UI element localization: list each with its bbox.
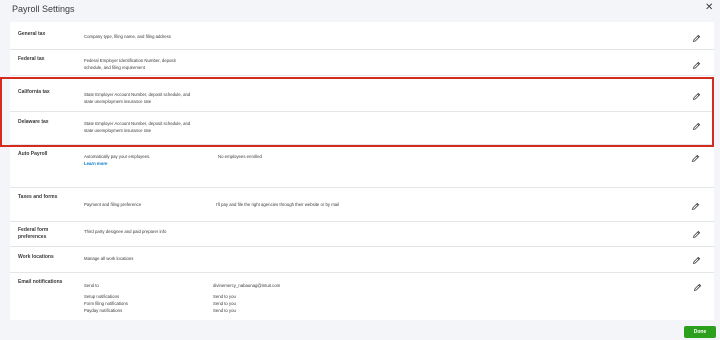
row-description: Third party designee and paid preparer i… bbox=[84, 229, 167, 234]
settings-panel: General tax Company type, filing name, a… bbox=[10, 22, 714, 320]
pencil-icon[interactable] bbox=[692, 122, 701, 131]
page-footer: Done bbox=[0, 320, 720, 340]
row-description: Manage all work locations bbox=[84, 256, 134, 261]
row-description: Federal Employer Identification Number, … bbox=[84, 58, 176, 70]
pencil-icon[interactable] bbox=[693, 283, 702, 292]
pencil-icon[interactable] bbox=[691, 202, 700, 211]
settings-row-general-tax: General tax Company type, filing name, a… bbox=[10, 22, 714, 50]
row-description: State Employer Account Number, deposit s… bbox=[84, 92, 191, 104]
row-description: Automatically pay your employees. Learn … bbox=[84, 154, 151, 167]
notification-email: divinemercy_nabaunag@intuit.com bbox=[213, 283, 281, 288]
notification-label: Form filing notifications bbox=[84, 301, 128, 306]
row-description: Company type, filing name, and filing ad… bbox=[84, 34, 171, 39]
settings-row-taxes-and-forms: Taxes and forms Payment and filing prefe… bbox=[10, 188, 714, 222]
row-label: California tax bbox=[18, 89, 50, 95]
row-label: Email notifications bbox=[18, 279, 63, 285]
row-label: General tax bbox=[18, 31, 46, 37]
row-value: No employees enrolled bbox=[218, 154, 262, 159]
row-label: Delaware tax bbox=[18, 119, 49, 125]
settings-row-auto-payroll: Auto Payroll Automatically pay your empl… bbox=[10, 148, 714, 188]
pencil-icon[interactable] bbox=[692, 92, 701, 101]
row-label: Federal form preferences bbox=[18, 227, 49, 240]
pencil-icon[interactable] bbox=[692, 256, 701, 265]
page-title: Payroll Settings bbox=[12, 4, 75, 14]
learn-more-link[interactable]: Learn more bbox=[84, 160, 150, 167]
row-value: I'll pay and file the right agencies thr… bbox=[216, 202, 340, 207]
notification-values: divinemercy_nabaunag@intuit.com Send to … bbox=[213, 282, 280, 314]
pencil-icon[interactable] bbox=[691, 154, 700, 163]
pencil-icon[interactable] bbox=[692, 34, 701, 43]
settings-row-work-locations: Work locations Manage all work locations bbox=[10, 247, 714, 273]
row-description: State Employer Account Number, deposit s… bbox=[84, 121, 191, 133]
notification-value: Send to you bbox=[213, 294, 236, 299]
notification-value: Send to you bbox=[213, 301, 236, 306]
settings-row-email-notifications: Email notifications Send to Setup notifi… bbox=[10, 273, 714, 320]
done-button[interactable]: Done bbox=[684, 326, 716, 338]
settings-row-federal-form-preferences: Federal form preferences Third party des… bbox=[10, 222, 714, 247]
notification-labels: Send to Setup notifications Form filing … bbox=[84, 282, 128, 314]
pencil-icon[interactable] bbox=[692, 61, 701, 70]
pencil-icon[interactable] bbox=[692, 230, 701, 239]
notification-label: Setup notifications bbox=[84, 294, 120, 299]
settings-row-delaware-tax: Delaware tax State Employer Account Numb… bbox=[10, 112, 714, 145]
page-header: Payroll Settings ✕ bbox=[0, 0, 720, 20]
notification-label: Send to bbox=[84, 283, 99, 288]
row-label: Work locations bbox=[18, 254, 54, 260]
row-description: Payment and filing preference bbox=[84, 202, 142, 207]
notification-label: Payday notifications bbox=[84, 308, 123, 313]
notification-value: Send to you bbox=[213, 308, 236, 313]
row-label: Auto Payroll bbox=[18, 151, 48, 157]
row-label: Taxes and forms bbox=[18, 194, 58, 200]
close-icon[interactable]: ✕ bbox=[705, 3, 713, 13]
row-label: Federal tax bbox=[18, 56, 45, 62]
settings-row-california-tax: California tax State Employer Account Nu… bbox=[10, 79, 714, 112]
settings-row-federal-tax: Federal tax Federal Employer Identificat… bbox=[10, 50, 714, 76]
